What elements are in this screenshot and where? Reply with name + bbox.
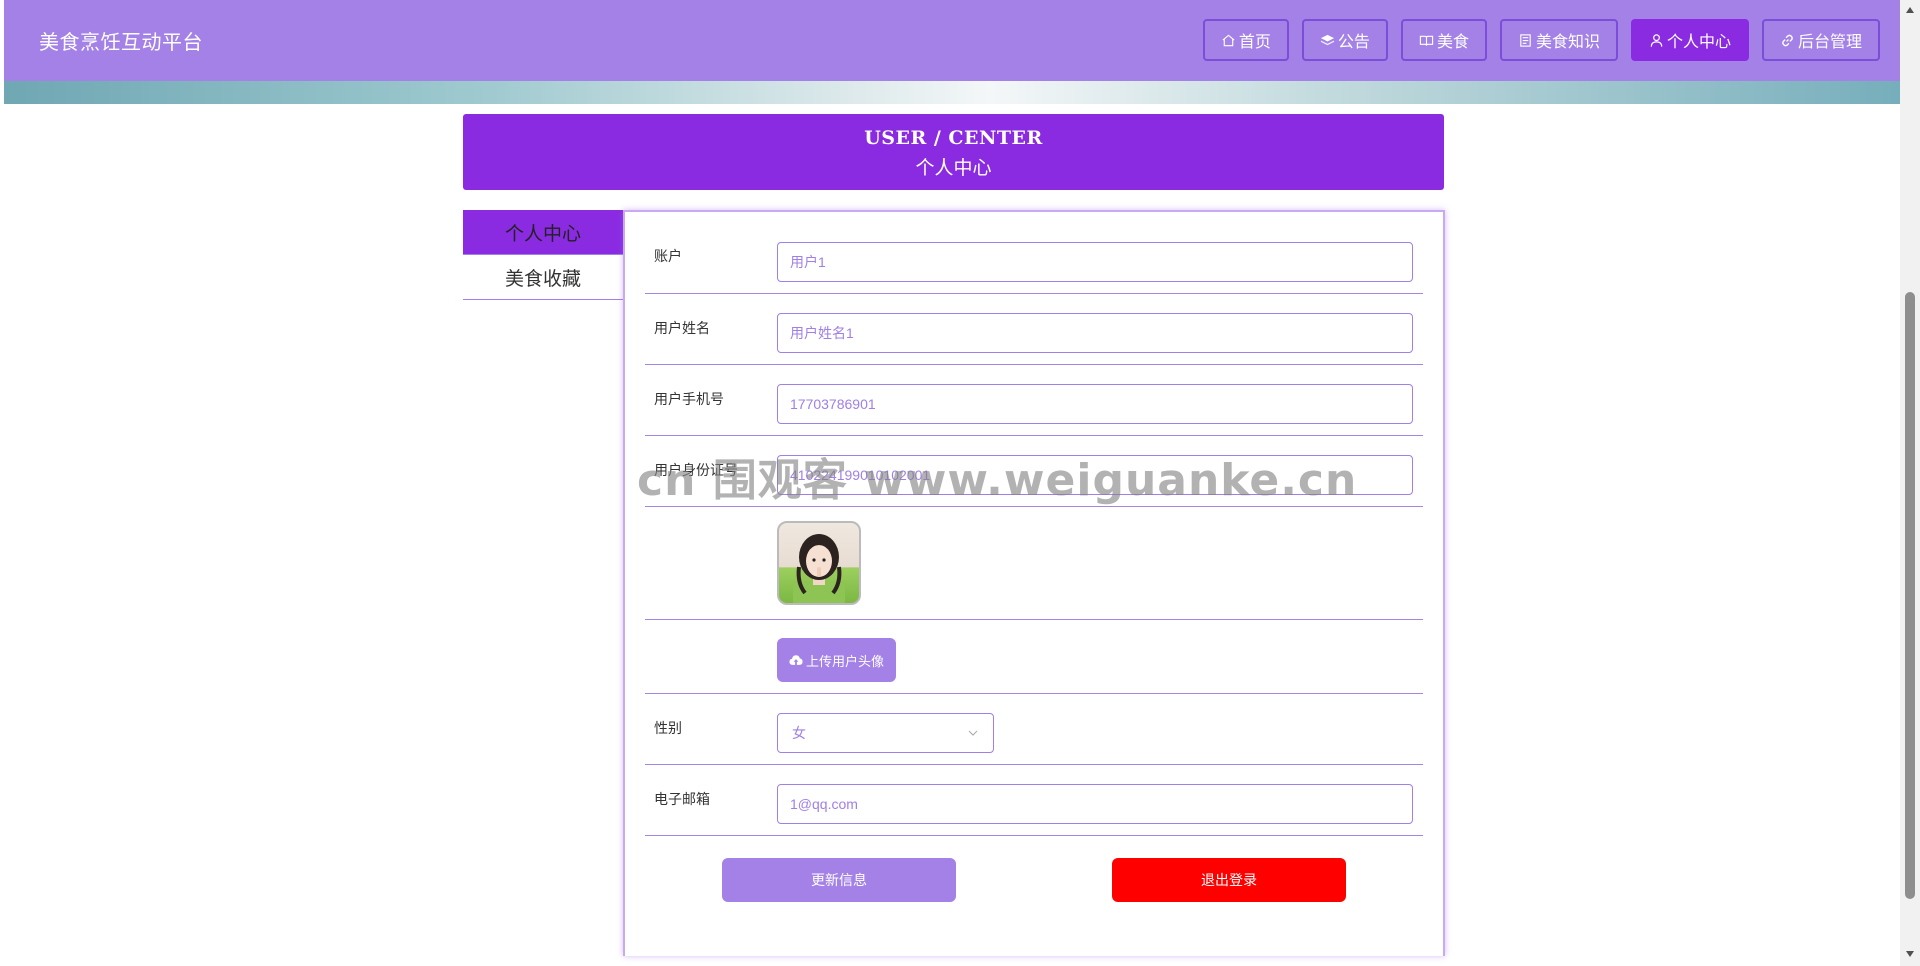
- form-row-id-card: 用户身份证号 410224199010102001: [645, 436, 1423, 507]
- form-row-username: 用户姓名 用户姓名1: [645, 294, 1423, 365]
- chevron-down-icon: [968, 730, 978, 736]
- form-row-avatar: [645, 507, 1423, 620]
- arrow-up-icon: [1906, 7, 1914, 13]
- user-info-form: 账户 用户1 用户姓名 用户姓名1 用户手机号 17703786901 用户身份…: [623, 210, 1445, 956]
- nav-user-center-label: 个人中心: [1666, 32, 1731, 51]
- nav-knowledge-button[interactable]: 美食知识: [1499, 19, 1618, 61]
- page-title: USER / CENTER 个人中心: [463, 114, 1444, 190]
- username-label: 用户姓名: [654, 321, 710, 337]
- home-icon: [1222, 34, 1235, 46]
- gender-label: 性别: [654, 721, 682, 737]
- book-icon: [1419, 35, 1434, 46]
- side-menu: 个人中心 美食收藏: [463, 210, 623, 300]
- upload-avatar-button[interactable]: 上传用户头像: [777, 638, 896, 682]
- form-row-phone: 用户手机号 17703786901: [645, 365, 1423, 436]
- nav-knowledge-label: 美食知识: [1535, 32, 1600, 51]
- user-portrait-icon: [793, 534, 845, 603]
- nav-home-label: 首页: [1238, 32, 1271, 51]
- document-icon: [1520, 33, 1531, 47]
- email-label: 电子邮箱: [654, 792, 710, 808]
- email-input[interactable]: 1@qq.com: [777, 784, 1413, 824]
- scroll-up-arrow[interactable]: [1900, 2, 1920, 18]
- form-row-account: 账户 用户1: [645, 212, 1423, 294]
- side-item-user-center[interactable]: 个人中心: [463, 210, 623, 255]
- id-card-label: 用户身份证号: [654, 463, 738, 479]
- user-icon: [1650, 33, 1663, 47]
- account-label: 账户: [654, 249, 682, 265]
- nav-user-center-button[interactable]: 个人中心: [1630, 19, 1749, 61]
- gender-selected-value: 女: [792, 726, 806, 742]
- nav-food-label: 美食: [1436, 32, 1469, 51]
- scroll-thumb[interactable]: [1905, 292, 1915, 899]
- avatar: [777, 521, 861, 605]
- main-nav: 首页 公告 美食 美食知识 个人中心 后台管理: [1202, 19, 1880, 61]
- nav-food-button[interactable]: 美食: [1400, 19, 1487, 61]
- page-scrollbar[interactable]: [1900, 0, 1920, 966]
- site-title[interactable]: 美食烹饪互动平台: [39, 26, 203, 55]
- update-info-button[interactable]: 更新信息: [722, 858, 956, 902]
- nav-notice-button[interactable]: 公告: [1301, 19, 1388, 61]
- phone-label: 用户手机号: [654, 392, 724, 408]
- nav-home-button[interactable]: 首页: [1202, 19, 1289, 61]
- nav-admin-button[interactable]: 后台管理: [1761, 19, 1880, 61]
- username-input[interactable]: 用户姓名1: [777, 313, 1413, 353]
- page-title-en: USER / CENTER: [864, 127, 1043, 149]
- form-row-gender: 性别 女: [645, 694, 1423, 765]
- gender-select[interactable]: 女: [777, 713, 994, 753]
- arrow-down-icon: [1906, 951, 1914, 957]
- account-input[interactable]: 用户1: [777, 242, 1413, 282]
- scroll-down-arrow[interactable]: [1900, 946, 1920, 962]
- form-row-email: 电子邮箱 1@qq.com: [645, 765, 1423, 836]
- nav-admin-label: 后台管理: [1797, 32, 1862, 51]
- page-title-cn: 个人中心: [915, 157, 992, 179]
- form-row-upload: 上传用户头像: [645, 620, 1423, 694]
- upload-avatar-label: 上传用户头像: [805, 654, 884, 670]
- phone-input[interactable]: 17703786901: [777, 384, 1413, 424]
- nav-notice-label: 公告: [1337, 32, 1370, 51]
- logout-button[interactable]: 退出登录: [1112, 858, 1346, 902]
- banner-image: [4, 81, 1900, 104]
- top-navbar: 美食烹饪互动平台 首页 公告 美食 美食知识 个人中心 后台管理: [4, 0, 1900, 81]
- side-item-food-favorites[interactable]: 美食收藏: [463, 255, 623, 300]
- layers-icon: [1320, 34, 1334, 45]
- link-icon: [1782, 34, 1793, 46]
- id-card-input[interactable]: 410224199010102001: [777, 455, 1413, 495]
- cloud-upload-icon: [789, 655, 803, 665]
